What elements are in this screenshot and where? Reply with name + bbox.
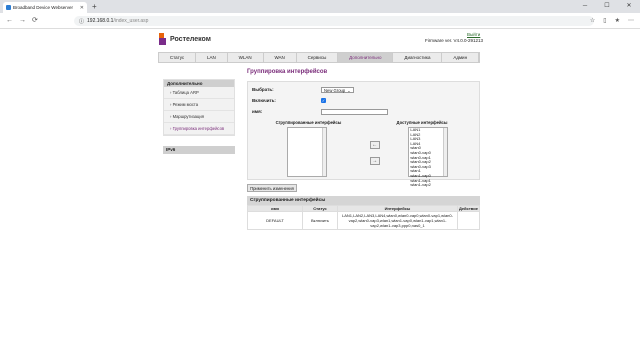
brand-name: Ростелеком: [170, 35, 211, 43]
enable-checkbox[interactable]: ✓: [321, 98, 326, 103]
grouped-header: Сгруппированные интерфейсы: [275, 120, 342, 125]
sidebar-title: Дополнительно: [164, 80, 234, 87]
sidebar-item-grouping[interactable]: › Группировка интерфейсов: [164, 123, 234, 135]
sidebar-item-bridge[interactable]: › Режим моста: [164, 99, 234, 111]
bookmark-star-icon[interactable]: ☆: [590, 16, 595, 26]
sidebar-item-arp[interactable]: › Таблица ARP: [164, 87, 234, 99]
menu-lan[interactable]: LAN: [196, 53, 228, 62]
sidebar-item-routing[interactable]: › Маршрутизация: [164, 111, 234, 123]
move-right-button[interactable]: →: [369, 157, 380, 165]
close-tab-icon[interactable]: ✕: [80, 5, 84, 11]
split-view-icon[interactable]: ▯: [603, 16, 606, 26]
info-icon[interactable]: ⓘ: [79, 18, 84, 25]
groups-title: Сгруппированные интерфейсы: [247, 196, 480, 205]
url-host: 192.168.0.1: [87, 18, 114, 24]
firmware-version: Firmware ver. V4.0.0-291213: [425, 38, 484, 43]
name-input[interactable]: [321, 108, 388, 115]
main-menu: Статус LAN WLAN WAN Сервисы Дополнительн…: [158, 52, 480, 63]
main-content: Группировка интерфейсов Выбрать: New Gro…: [247, 69, 480, 230]
window-controls: ─ ☐ ✕: [574, 0, 640, 13]
apply-button[interactable]: Применить изменения: [247, 184, 297, 192]
favicon-icon: [6, 5, 11, 10]
group-select[interactable]: New Group ⌄: [321, 86, 354, 93]
page-title: Группировка интерфейсов: [247, 69, 328, 75]
tab-title: Broadband Device Webserver: [13, 5, 73, 10]
menu-status[interactable]: Статус: [159, 53, 197, 62]
menu-services[interactable]: Сервисы: [297, 53, 339, 62]
sidebar-item-ipv6[interactable]: IPv6: [163, 146, 235, 154]
name-label: имя:: [252, 109, 263, 114]
chevron-down-icon: ⌄: [347, 87, 351, 93]
url-path: /index_user.asp: [113, 18, 149, 24]
favorites-icon[interactable]: ★: [615, 16, 620, 26]
select-label: Выбрать:: [252, 87, 274, 92]
enable-label: Включить:: [252, 98, 276, 103]
col-action: Действие: [457, 205, 480, 212]
table-row: DEFAULT Включить LAN1,LAN2,LAN3,LAN4,wla…: [247, 211, 480, 230]
grouping-form: Выбрать: New Group ⌄ Включить: ✓ имя: Сгр…: [247, 81, 480, 187]
sidebar: Дополнительно › Таблица ARP › Режим мост…: [163, 79, 235, 154]
router-page: Ростелеком Выйти Firmware ver. V4.0.0-29…: [0, 29, 640, 360]
available-header: Доступные интерфейсы: [396, 120, 448, 125]
menu-admin[interactable]: Админ: [442, 53, 479, 62]
address-bar-row: ← → ⟳ ⓘ 192.168.0.1/index_user.asp ☆ ▯ ★…: [0, 13, 640, 29]
list-item[interactable]: wlan1-vap2: [409, 183, 447, 188]
brand-logo: Ростелеком: [158, 32, 211, 46]
cell-status: Включить: [302, 211, 338, 230]
maximize-icon[interactable]: ☐: [596, 0, 618, 13]
back-icon[interactable]: ←: [6, 17, 13, 25]
close-window-icon[interactable]: ✕: [618, 0, 640, 13]
groups-table: имя Статус Интерфейсы Действие DEFAULT В…: [247, 205, 480, 230]
grouped-listbox[interactable]: [286, 127, 327, 177]
logout-link[interactable]: Выйти: [467, 32, 480, 37]
menu-wlan[interactable]: WLAN: [228, 53, 264, 62]
menu-wan[interactable]: WAN: [264, 53, 297, 62]
browser-tabstrip: Broadband Device Webserver ✕ + ─ ☐ ✕: [0, 0, 640, 13]
available-listbox[interactable]: LAN1 LAN2 LAN3 LAN4 wlan0 wlan0-vap0 wlan0-vap…: [408, 127, 449, 187]
menu-diagnostics[interactable]: Диагностика: [393, 53, 443, 62]
url-input[interactable]: ⓘ 192.168.0.1/index_user.asp: [74, 16, 594, 26]
more-menu-icon[interactable]: ⋯: [628, 16, 634, 26]
menu-advanced[interactable]: Дополнительно: [338, 53, 394, 62]
new-tab-button[interactable]: +: [92, 2, 97, 11]
reload-icon[interactable]: ⟳: [32, 17, 38, 25]
cell-interfaces: LAN1,LAN2,LAN3,LAN4,wlan0,wlan0-vap0,wla…: [337, 211, 458, 230]
cell-action[interactable]: [457, 211, 480, 230]
forward-icon[interactable]: →: [19, 17, 26, 25]
cell-name: DEFAULT: [247, 211, 303, 230]
minimize-icon[interactable]: ─: [574, 0, 596, 13]
move-left-button[interactable]: ←: [369, 141, 380, 149]
browser-tab[interactable]: Broadband Device Webserver ✕: [3, 2, 87, 13]
brand-logo-icon: [159, 33, 166, 45]
